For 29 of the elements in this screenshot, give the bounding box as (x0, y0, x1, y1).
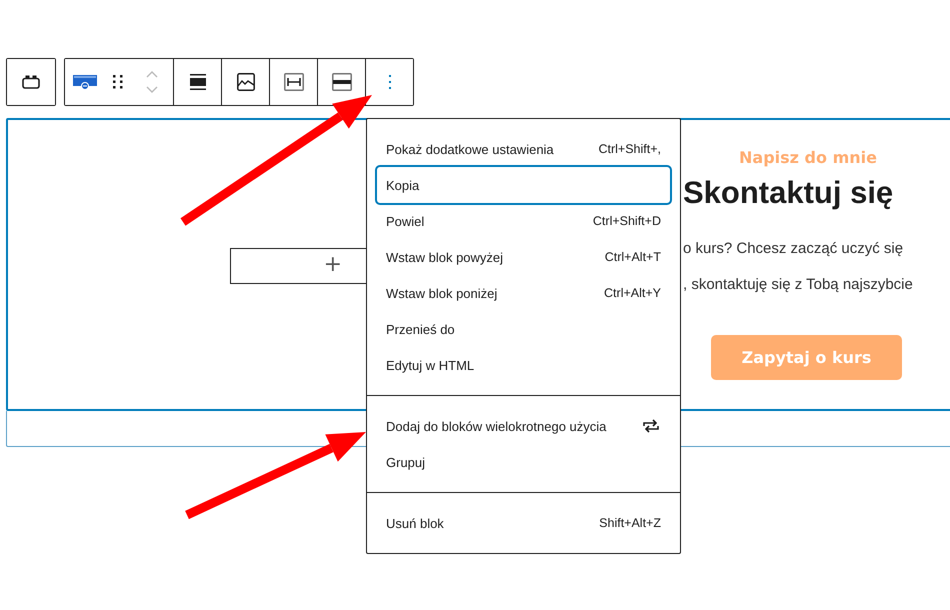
shortcut-text: Shift+Alt+Z (599, 516, 661, 530)
paragraph-line: o kurs? Chcesz zacząć uczyć się (683, 239, 904, 259)
block-icon (22, 75, 40, 89)
shortcut-text: Ctrl+Shift+, (598, 142, 661, 156)
shortcut-text: Ctrl+Alt+T (604, 250, 661, 264)
menu-item[interactable]: Wstaw blok powyżej Ctrl+Alt+T (377, 239, 670, 275)
paragraph-line: , skontaktuję się z Tobą najszybcie (683, 275, 914, 295)
menu-item[interactable]: Usuń blok Shift+Alt+Z (377, 505, 670, 541)
menu-item[interactable]: Kopia (377, 167, 670, 203)
cover-block-icon (73, 74, 97, 90)
menu-item[interactable]: Grupuj (377, 444, 670, 480)
drag-icon (113, 75, 123, 89)
menu-item[interactable]: Pokaż dodatkowe ustawienia Ctrl+Shift+, (377, 131, 670, 167)
add-block-button[interactable]: + (230, 248, 366, 284)
more-options-button[interactable] (365, 59, 413, 105)
full-width-icon (332, 73, 352, 91)
menu-item[interactable]: Przenieś do (377, 311, 670, 347)
menu-item[interactable]: Wstaw blok poniżej Ctrl+Alt+Y (377, 275, 670, 311)
shortcut-text: Ctrl+Alt+Y (604, 286, 661, 300)
menu-item[interactable]: Edytuj w HTML (377, 347, 670, 383)
align-icon (190, 74, 206, 90)
menu-item[interactable]: Powiel Ctrl+Shift+D (377, 203, 670, 239)
move-arrows-icon (145, 69, 159, 95)
eyebrow-text: Napisz do mnie (738, 148, 878, 167)
wide-width-icon (284, 73, 304, 91)
shortcut-text: Ctrl+Shift+D (592, 214, 661, 228)
image-icon (236, 73, 254, 91)
menu-item[interactable]: Dodaj do bloków wielokrotnego użycia (377, 408, 670, 444)
heading: Skontaktuj się (683, 175, 894, 211)
